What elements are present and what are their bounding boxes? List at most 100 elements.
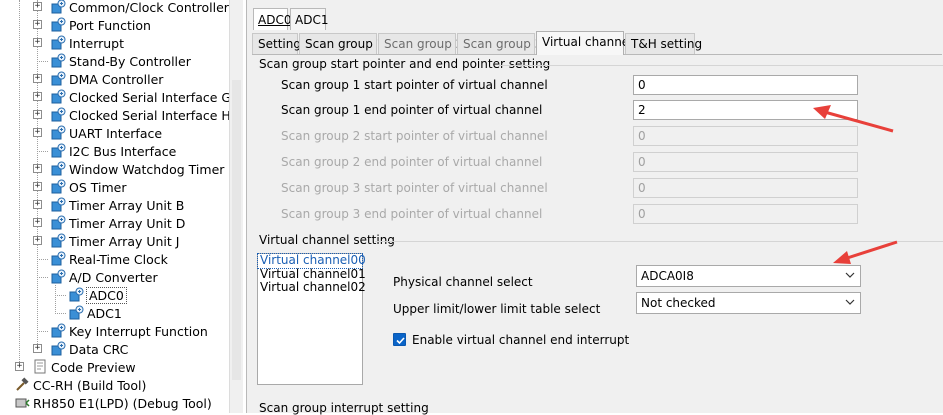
tree-guide-line bbox=[37, 259, 48, 260]
tree-item-label: A/D Converter bbox=[69, 269, 158, 285]
tree-item-label: Timer Array Unit D bbox=[69, 215, 186, 231]
virtual-channel-list[interactable]: Virtual channel00 Virtual channel01 Virt… bbox=[257, 253, 366, 385]
physical-channel-label: Physical channel select bbox=[393, 275, 533, 289]
tree-item-dma-controller[interactable]: + DMA Controller bbox=[0, 70, 229, 88]
module-icon bbox=[50, 89, 66, 105]
tree-item-real-time-clock[interactable]: Real-Time Clock bbox=[0, 250, 229, 268]
expand-toggle-icon[interactable]: + bbox=[33, 92, 42, 101]
tree-item-code-preview[interactable]: + Code Preview bbox=[0, 358, 229, 376]
tree-item-i2c-bus-interface[interactable]: I2C Bus Interface bbox=[0, 142, 229, 160]
end-interrupt-label: Enable virtual channel end interrupt bbox=[412, 333, 630, 347]
tree-item-timer-array-unit-b[interactable]: + Timer Array Unit B bbox=[0, 196, 229, 214]
tree-item-window-watchdog-timer[interactable]: + Window Watchdog Timer bbox=[0, 160, 229, 178]
expand-toggle-icon[interactable]: + bbox=[33, 38, 42, 47]
list-item[interactable]: Virtual channel02 bbox=[258, 280, 366, 295]
tree-guide-line bbox=[37, 331, 48, 332]
tree-item-label: Data CRC bbox=[69, 341, 129, 357]
expand-toggle-icon[interactable]: + bbox=[15, 362, 24, 371]
tree-item-a-d-converter[interactable]: A/D Converter bbox=[0, 268, 229, 286]
tree-item-label: RH850 E1(LPD) (Debug Tool) bbox=[33, 395, 212, 411]
doc-tab-adc0[interactable]: ADC0 bbox=[253, 8, 291, 30]
limit-table-select[interactable]: Not checked bbox=[636, 292, 861, 314]
sg1-end-label: Scan group 1 end pointer of virtual chan… bbox=[281, 103, 543, 117]
tree-item-label: I2C Bus Interface bbox=[69, 143, 177, 159]
list-item[interactable]: Virtual channel00 bbox=[257, 253, 366, 269]
tree-item-interrupt[interactable]: + Interrupt bbox=[0, 34, 229, 52]
module-icon bbox=[50, 107, 66, 123]
tree-item-label: ADC0 bbox=[86, 286, 127, 304]
sg2-end-field: 0 bbox=[633, 152, 858, 172]
tree-item-rh850-e1-lpd-debug-tool[interactable]: RH850 E1(LPD) (Debug Tool) bbox=[0, 394, 229, 412]
tree-item-uart-interface[interactable]: + UART Interface bbox=[0, 124, 229, 142]
expand-toggle-icon[interactable]: + bbox=[33, 2, 42, 11]
sg2-start-field: 0 bbox=[633, 126, 858, 146]
tab-scan-group-2[interactable]: Scan group 2 bbox=[378, 33, 463, 54]
expand-toggle-icon[interactable]: + bbox=[33, 164, 42, 173]
project-tree: + Common/Clock Controller + Port Function + I… bbox=[0, 0, 229, 413]
hammer-icon bbox=[14, 377, 30, 393]
tree-guide-line bbox=[37, 151, 48, 152]
module-icon bbox=[50, 53, 66, 69]
tab-scan-group-3[interactable]: Scan group 3 bbox=[457, 33, 542, 54]
tree-item-label: Timer Array Unit J bbox=[69, 233, 180, 249]
group-divider bbox=[375, 241, 943, 242]
limit-table-label: Upper limit/lower limit table select bbox=[393, 302, 601, 316]
sg2-start-label: Scan group 2 start pointer of virtual ch… bbox=[281, 129, 548, 143]
tab-setting[interactable]: Setting bbox=[252, 33, 301, 54]
tree-item-label: Timer Array Unit B bbox=[69, 197, 185, 213]
code-preview-icon bbox=[32, 359, 48, 375]
tree-guide-line bbox=[37, 61, 48, 62]
list-item[interactable]: Virtual channel01 bbox=[258, 267, 366, 282]
chevron-down-icon bbox=[845, 272, 855, 278]
expand-toggle-icon[interactable]: + bbox=[33, 128, 42, 137]
tree-item-clocked-serial-interface-h[interactable]: + Clocked Serial Interface H bbox=[0, 106, 229, 124]
expand-toggle-icon[interactable]: + bbox=[33, 236, 42, 245]
expand-toggle-icon[interactable]: + bbox=[33, 20, 42, 29]
sg1-start-field[interactable]: 0 bbox=[633, 75, 858, 95]
tree-item-os-timer[interactable]: + OS Timer bbox=[0, 178, 229, 196]
sg1-end-field[interactable]: 2 bbox=[633, 100, 858, 120]
sg3-end-label: Scan group 3 end pointer of virtual chan… bbox=[281, 207, 543, 221]
module-icon bbox=[50, 0, 66, 15]
tab-scan-group-1[interactable]: Scan group 1 bbox=[299, 33, 384, 54]
module-icon bbox=[50, 179, 66, 195]
physical-channel-value: ADCA0I8 bbox=[641, 269, 694, 283]
tree-item-label: Clocked Serial Interface G bbox=[69, 89, 229, 105]
tree-item-key-interrupt-function[interactable]: Key Interrupt Function bbox=[0, 322, 229, 340]
end-interrupt-checkbox[interactable] bbox=[393, 333, 406, 346]
expand-toggle-icon[interactable]: + bbox=[33, 110, 42, 119]
tree-item-port-function[interactable]: + Port Function bbox=[0, 16, 229, 34]
tree-item-label: UART Interface bbox=[69, 125, 163, 141]
scrollbar-thumb[interactable] bbox=[232, 80, 241, 380]
tree-item-timer-array-unit-d[interactable]: + Timer Array Unit D bbox=[0, 214, 229, 232]
tree-item-adc0[interactable]: ADC0 bbox=[0, 286, 229, 304]
settings-tabs: Setting Scan group 1 Scan group 2 Scan g… bbox=[252, 31, 942, 55]
module-icon bbox=[50, 125, 66, 141]
physical-channel-select[interactable]: ADCA0I8 bbox=[636, 265, 861, 287]
tree-item-data-crc[interactable]: + Data CRC bbox=[0, 340, 229, 358]
sg2-end-label: Scan group 2 end pointer of virtual chan… bbox=[281, 155, 543, 169]
module-icon bbox=[50, 251, 66, 267]
expand-toggle-icon[interactable]: + bbox=[33, 218, 42, 227]
tree-item-cc-rh-build-tool[interactable]: CC-RH (Build Tool) bbox=[0, 376, 229, 394]
tree-scrollbar[interactable] bbox=[229, 0, 243, 413]
tree-item-clocked-serial-interface-g[interactable]: + Clocked Serial Interface G bbox=[0, 88, 229, 106]
tree-item-stand-by-controller[interactable]: Stand-By Controller bbox=[0, 52, 229, 70]
tab-th-setting[interactable]: T&H setting bbox=[625, 33, 702, 54]
doc-tab-adc1[interactable]: ADC1 bbox=[290, 8, 328, 30]
sg1-start-label: Scan group 1 start pointer of virtual ch… bbox=[281, 78, 548, 92]
expand-toggle-icon[interactable]: + bbox=[33, 344, 42, 353]
limit-table-value: Not checked bbox=[641, 296, 716, 310]
tree-guide-line bbox=[55, 295, 66, 296]
expand-toggle-icon[interactable]: + bbox=[33, 74, 42, 83]
tree-item-common-clock-controller[interactable]: + Common/Clock Controller bbox=[0, 0, 229, 16]
tree-item-adc1[interactable]: ADC1 bbox=[0, 304, 229, 322]
tree-item-timer-array-unit-j[interactable]: + Timer Array Unit J bbox=[0, 232, 229, 250]
tree-item-label: Window Watchdog Timer bbox=[69, 161, 225, 177]
chevron-down-icon bbox=[845, 299, 855, 305]
module-icon bbox=[68, 287, 84, 303]
group-divider bbox=[499, 65, 943, 66]
expand-toggle-icon[interactable]: + bbox=[33, 200, 42, 209]
expand-toggle-icon[interactable]: + bbox=[33, 182, 42, 191]
tab-virtual-channel[interactable]: Virtual channel bbox=[536, 31, 633, 55]
